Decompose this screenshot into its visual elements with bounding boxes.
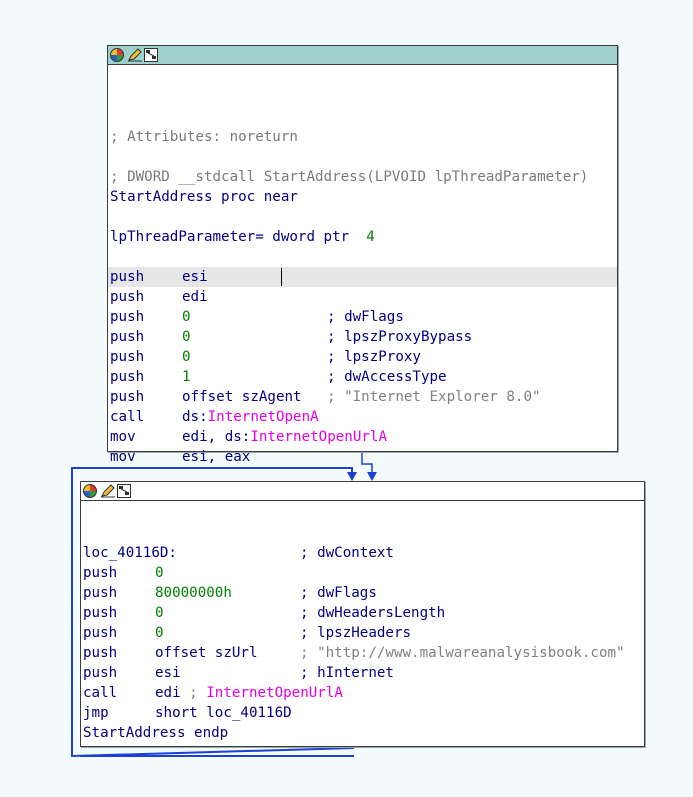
attributes-comment: ; Attributes: noreturn: [110, 129, 298, 145]
mnemonic: push: [83, 585, 118, 601]
mnemonic: push: [83, 605, 118, 621]
pencil-icon[interactable]: [127, 48, 142, 62]
operand: offset szAgent: [182, 389, 302, 405]
edge-arrowhead-right: [367, 472, 377, 481]
prototype-comment: ; DWORD __stdcall StartAddress(LPVOID lp…: [110, 169, 589, 185]
param-name[interactable]: lpThreadParameter=: [110, 229, 264, 245]
mnemonic: push: [110, 309, 145, 325]
code-block-start-address[interactable]: ; Attributes: noreturn ; DWORD __stdcall…: [107, 45, 618, 465]
operand: 0: [182, 349, 191, 365]
loc-comment: ; dwContext: [300, 545, 394, 561]
comment: ; hInternet: [300, 665, 394, 681]
operand: ds:InternetOpenA: [182, 409, 319, 425]
operand: esi: [182, 269, 208, 285]
comment: ; dwAccessType: [327, 369, 447, 385]
param-definition: lpThreadParameter= dword ptr 4: [110, 227, 375, 247]
mnemonic: push: [83, 565, 118, 581]
operand: edi: [182, 289, 208, 305]
mnemonic: push: [110, 289, 145, 305]
comment: ; "Internet Explorer 8.0": [327, 389, 541, 405]
mnemonic: jmp: [83, 705, 109, 721]
param-offset: 4: [366, 229, 375, 245]
mnemonic: push: [83, 625, 118, 641]
import-name[interactable]: InternetOpenUrlA: [250, 429, 387, 445]
proc-name[interactable]: StartAddress: [110, 189, 213, 205]
graph-overview-icon[interactable]: [144, 48, 158, 62]
mnemonic: push: [110, 349, 145, 365]
operand: short loc_40116D: [155, 705, 292, 721]
endp-text[interactable]: StartAddress endp: [83, 725, 228, 741]
comment: ; lpszHeaders: [300, 625, 412, 641]
mnemonic: mov: [110, 429, 136, 445]
comment: ; lpszProxyBypass: [327, 329, 473, 345]
mnemonic: call: [110, 409, 145, 425]
operand: edi ; InternetOpenUrlA: [155, 685, 343, 701]
comment: ; lpszProxy: [327, 349, 421, 365]
mnemonic: push: [83, 665, 118, 681]
graph-overview-icon[interactable]: [117, 484, 131, 498]
edge-arrowhead-left: [347, 472, 357, 481]
operand: 0: [155, 565, 164, 581]
mnemonic: call: [83, 685, 118, 701]
operand: offset szUrl: [155, 645, 258, 661]
operand: 0: [155, 625, 164, 641]
comment: ; dwFlags: [327, 309, 404, 325]
comment: ; dwFlags: [300, 585, 377, 601]
mnemonic: push: [110, 389, 145, 405]
comment: ; dwHeadersLength: [300, 605, 446, 621]
loc-label[interactable]: loc_40116D:: [83, 545, 177, 561]
operand: 0: [182, 329, 191, 345]
mnemonic: push: [110, 329, 145, 345]
operand: 80000000h: [155, 585, 232, 601]
operand: 0: [155, 605, 164, 621]
operand: esi: [155, 665, 181, 681]
operand: edi, ds:InternetOpenUrlA: [182, 429, 388, 445]
mnemonic: push: [110, 369, 145, 385]
block-title-bar: [108, 46, 617, 65]
import-name[interactable]: InternetOpenUrlA: [206, 685, 343, 701]
color-icon[interactable]: [83, 484, 97, 498]
param-type: dword ptr: [272, 229, 350, 245]
comment: ; "http://www.malwareanalysisbook.com": [300, 645, 625, 661]
import-name[interactable]: InternetOpenA: [208, 409, 319, 425]
inline-comment-marker: ;: [189, 685, 207, 701]
operand: 0: [182, 309, 191, 325]
loc-label-line: loc_40116D: ; dwContext: [83, 543, 394, 563]
mnemonic: mov: [110, 449, 136, 465]
operand: 1: [182, 369, 191, 385]
code-block-loc-40116d[interactable]: loc_40116D: ; dwContext push 0 push 80000000…: [80, 481, 645, 747]
mnemonic: push: [83, 645, 118, 661]
proc-keyword: proc near: [221, 189, 298, 205]
operand: esi, eax: [182, 449, 251, 465]
pencil-icon[interactable]: [100, 484, 115, 498]
block-title-bar: [81, 482, 644, 501]
color-icon[interactable]: [110, 48, 124, 62]
endp-line: StartAddress endp: [83, 723, 228, 743]
text-caret: [281, 268, 282, 286]
mnemonic: push: [110, 269, 145, 285]
proc-header: StartAddress proc near: [110, 187, 298, 207]
